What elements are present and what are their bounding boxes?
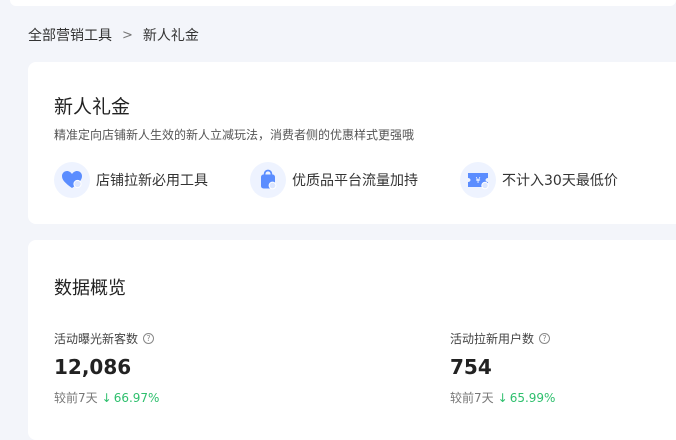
help-icon[interactable]: ? <box>539 333 551 344</box>
metric-label: 活动曝光新客数 ? <box>54 330 159 347</box>
coupon-icon: ¥ <box>460 162 496 198</box>
feature-item: 优质品平台流量加持 <box>250 162 418 198</box>
feature-item: ¥ 不计入30天最低价 <box>460 162 618 198</box>
metric-compare: 较前7天 ↓ 65.99% <box>450 389 555 406</box>
bag-icon <box>250 162 286 198</box>
feature-list: 店铺拉新必用工具 优质品平台流量加持 ¥ 不计入30天最低价 <box>54 162 618 198</box>
metric-compare: 较前7天 ↓ 66.97% <box>54 389 159 406</box>
breadcrumb-current: 新人礼金 <box>142 28 199 44</box>
help-icon[interactable]: ? <box>143 333 155 344</box>
page-description: 精准定向店铺新人生效的新人立减玩法，消费者侧的优惠样式更强哦 <box>54 128 415 142</box>
feature-label: 店铺拉新必用工具 <box>96 173 208 189</box>
compare-label: 较前7天 <box>450 391 494 405</box>
metric-label-text: 活动拉新用户数 <box>450 332 535 346</box>
feature-label: 优质品平台流量加持 <box>292 173 418 189</box>
breadcrumb-all-tools-link[interactable]: 全部营销工具 <box>28 25 112 45</box>
compare-label: 较前7天 <box>54 391 98 405</box>
arrow-down-icon: ↓ <box>497 390 508 405</box>
trend-indicator: ↓ 65.99% <box>498 391 556 405</box>
overview-title: 数据概览 <box>54 278 126 299</box>
breadcrumb-separator: > <box>122 27 133 43</box>
feature-label: 不计入30天最低价 <box>502 173 618 189</box>
data-overview-card: 数据概览 活动曝光新客数 ? 12,086 较前7天 ↓ 66.97% 活动拉新… <box>28 240 676 440</box>
metric-label-text: 活动曝光新客数 <box>54 332 139 346</box>
intro-card: 新人礼金 精准定向店铺新人生效的新人立减玩法，消费者侧的优惠样式更强哦 店铺拉新… <box>28 62 676 224</box>
heart-icon <box>54 162 90 198</box>
top-card-edge <box>10 0 676 6</box>
arrow-down-icon: ↓ <box>101 390 112 405</box>
trend-value: 65.99% <box>509 390 556 405</box>
metric-label: 活动拉新用户数 ? <box>450 330 555 347</box>
metric-new-users-acquired: 活动拉新用户数 ? 754 较前7天 ↓ 65.99% <box>450 330 555 406</box>
metric-value: 12,086 <box>54 355 132 379</box>
page-title: 新人礼金 <box>54 96 131 118</box>
feature-item: 店铺拉新必用工具 <box>54 162 208 198</box>
breadcrumb: 全部营销工具 > 新人礼金 <box>28 25 199 45</box>
svg-text:¥: ¥ <box>475 176 480 185</box>
metric-exposed-new-customers: 活动曝光新客数 ? 12,086 较前7天 ↓ 66.97% <box>54 330 159 406</box>
trend-value: 66.97% <box>113 390 160 405</box>
metric-value: 754 <box>450 355 492 379</box>
trend-indicator: ↓ 66.97% <box>102 391 160 405</box>
